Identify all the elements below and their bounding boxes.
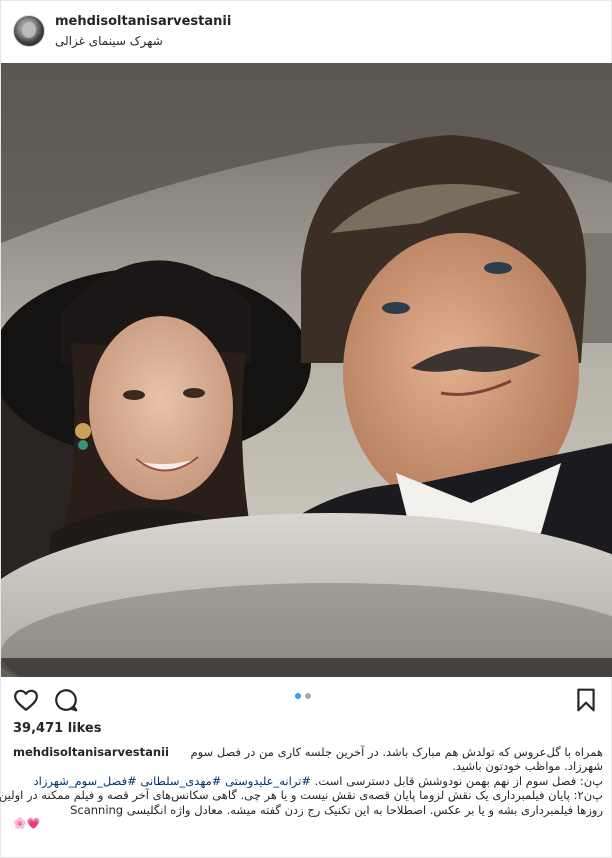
caption-text-1: همراه با گل‌عروس که تولدش هم مبارک باشد.… bbox=[190, 745, 603, 759]
caption-text-5: روزها فیلمبرداری بشه و یا بر عکس. اصطلاح… bbox=[70, 802, 603, 817]
post-photo[interactable] bbox=[1, 63, 612, 677]
caption-line-3: پ‌ن: فصل سوم از نهم بهمن نودوشش قابل دست… bbox=[11, 774, 603, 788]
post-caption: mehdisoltanisarvestanii همراه با گل‌عروس… bbox=[0, 745, 603, 831]
action-bar bbox=[1, 677, 612, 719]
post-location[interactable]: شهرک سینمای غزالی bbox=[55, 34, 163, 48]
caption-text-3-body: پ‌ن: فصل سوم از نهم بهمن نودوشش قابل دست… bbox=[314, 773, 603, 788]
like-button[interactable] bbox=[13, 687, 39, 713]
caption-line-5: روزها فیلمبرداری بشه و یا بر عکس. اصطلاح… bbox=[11, 803, 603, 817]
like-count[interactable]: 39,471 likes bbox=[13, 721, 101, 736]
selfie-image bbox=[1, 63, 612, 677]
carousel-dot-active bbox=[295, 693, 301, 699]
avatar[interactable] bbox=[13, 15, 45, 47]
post-header: mehdisoltanisarvestanii شهرک سینمای غزال… bbox=[1, 1, 612, 63]
heart-emoji-icon: 💗 bbox=[26, 816, 41, 830]
hashtag-link[interactable]: #فصل_سوم_شهرزاد bbox=[34, 774, 137, 788]
caption-line-6: 🌸💗 bbox=[11, 817, 603, 831]
caption-emoji: 🌸💗 bbox=[13, 817, 40, 831]
flower-emoji-icon: 🌸 bbox=[13, 816, 27, 830]
heart-outline-icon bbox=[14, 689, 38, 711]
caption-text-4: پ‌ن۲: پایان فیلمبرداری یک نقش لزوما پایا… bbox=[0, 788, 603, 803]
post-username[interactable]: mehdisoltanisarvestanii bbox=[55, 14, 231, 29]
hashtag-link[interactable]: #ترانه_علیدوستی bbox=[225, 774, 311, 788]
caption-line-2: شهرزاد. مواظب خودتون باشید. bbox=[11, 759, 603, 773]
bookmark-icon bbox=[577, 688, 595, 712]
caption-line-1: mehdisoltanisarvestanii همراه با گل‌عروس… bbox=[11, 745, 603, 759]
caption-line-4: پ‌ن۲: پایان فیلمبرداری یک نقش لزوما پایا… bbox=[0, 788, 603, 803]
caption-username[interactable]: mehdisoltanisarvestanii bbox=[13, 745, 169, 759]
instagram-post: mehdisoltanisarvestanii شهرک سینمای غزال… bbox=[0, 0, 612, 858]
save-button[interactable] bbox=[573, 687, 599, 713]
carousel-dot bbox=[305, 693, 311, 699]
carousel-indicator bbox=[295, 693, 311, 699]
comment-button[interactable] bbox=[53, 687, 79, 713]
caption-text-3: پ‌ن: فصل سوم از نهم بهمن نودوشش قابل دست… bbox=[11, 774, 603, 788]
speech-bubble-icon bbox=[55, 689, 78, 712]
hashtag-link[interactable]: #مهدی_سلطانی bbox=[140, 774, 221, 788]
caption-text-2: شهرزاد. مواظب خودتون باشید. bbox=[452, 759, 603, 774]
